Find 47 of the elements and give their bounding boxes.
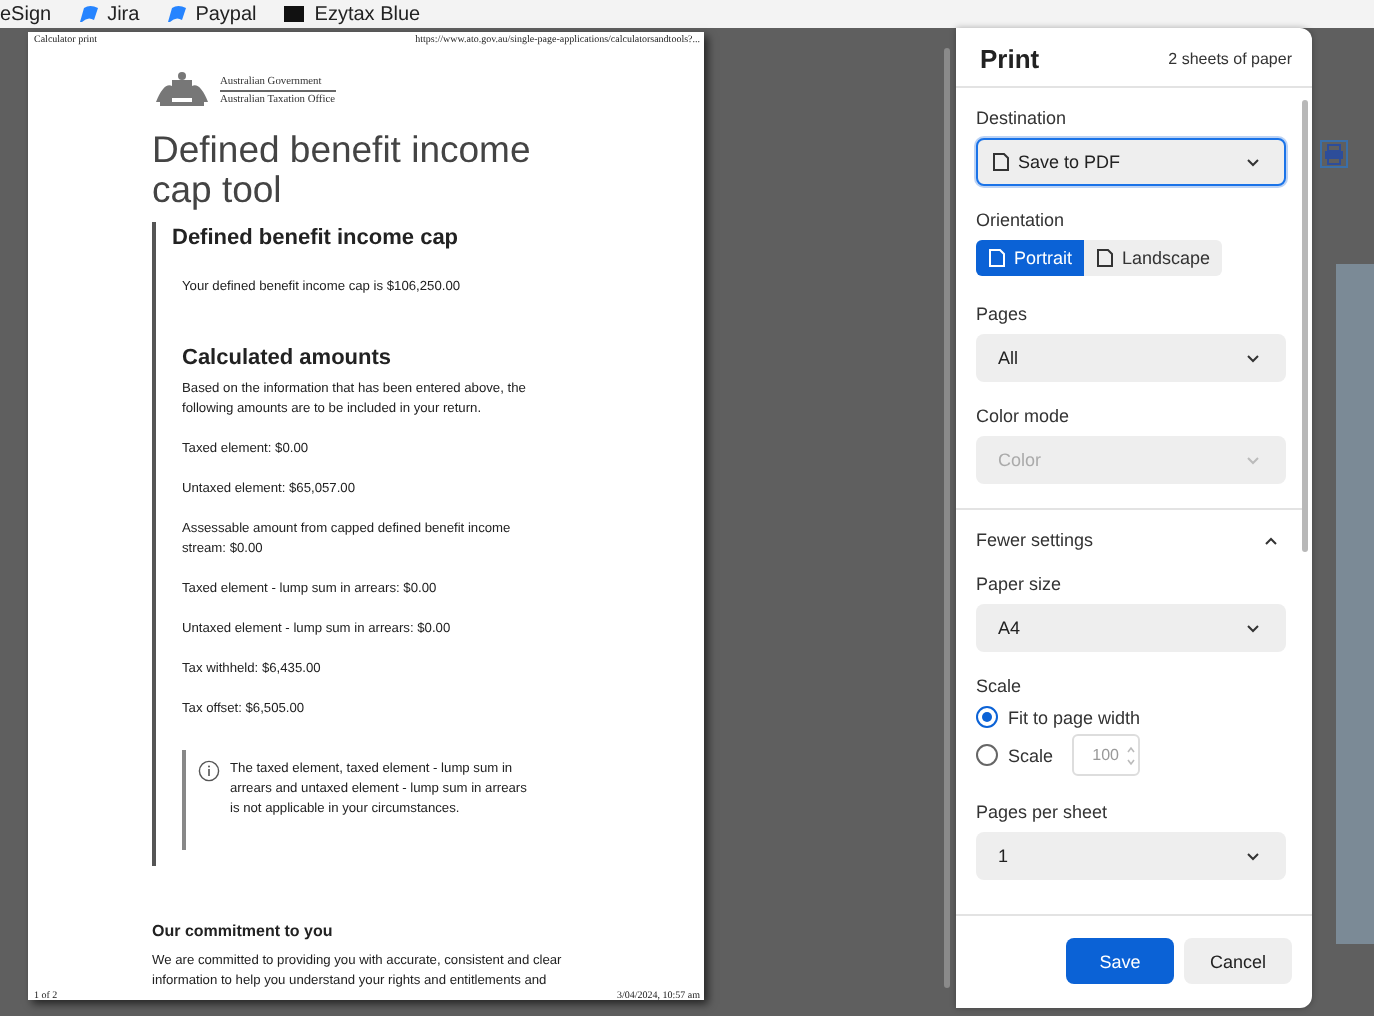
settings-toggle[interactable]: Fewer settings <box>976 530 1286 550</box>
field-label: Scale <box>976 676 1024 696</box>
radio-button[interactable] <box>976 744 998 766</box>
field-label: Destination <box>976 108 1069 128</box>
page-title: Defined benefit income cap tool <box>152 130 533 210</box>
save-button[interactable]: Save <box>1066 938 1174 984</box>
printer-icon <box>1320 140 1348 168</box>
dropdown[interactable]: Save to PDF <box>976 138 1286 186</box>
info-icon <box>198 760 220 782</box>
commitment-heading: Our commitment to you <box>152 922 335 940</box>
field-label: Orientation <box>976 210 1067 230</box>
document-icon <box>992 152 1010 172</box>
field-label: Pages per sheet <box>976 802 1110 822</box>
document-icon <box>1096 248 1115 268</box>
radio-label[interactable]: Scale <box>1008 745 1054 765</box>
dropdown[interactable]: 1 <box>976 832 1286 880</box>
chevron-down-icon <box>1246 353 1260 363</box>
calculated-heading: Calculated amounts <box>182 346 394 370</box>
bookmark-link[interactable]: Paypal <box>195 3 257 25</box>
document-icon <box>988 248 1006 268</box>
bookmark-link[interactable]: Ezytax Blue <box>314 3 421 25</box>
spinner-icon <box>1125 741 1136 769</box>
cancel-button[interactable]: Cancel <box>1184 938 1292 984</box>
field-label: Pages <box>976 304 1030 324</box>
dropdown[interactable]: A4 <box>976 604 1286 652</box>
scrollbar[interactable] <box>944 48 950 988</box>
chevron-down-icon <box>1246 851 1260 861</box>
dialog-title: Print <box>980 44 1040 74</box>
radio-button[interactable] <box>976 706 998 728</box>
orientation-toggle[interactable]: Landscape <box>1084 240 1223 276</box>
scrollbar[interactable] <box>1302 100 1308 552</box>
bookmark-link[interactable]: Jira <box>107 3 140 25</box>
chevron-up-icon <box>1264 535 1278 545</box>
dropdown[interactable]: All <box>976 334 1286 382</box>
field-label: Paper size <box>976 574 1064 594</box>
bookmark-favicon-icon <box>284 6 305 22</box>
sheet-count: 2 sheets of paper <box>1168 50 1292 68</box>
chevron-down-icon <box>1246 455 1260 465</box>
chevron-down-icon <box>1246 157 1260 167</box>
bookmark-flag-icon <box>79 6 98 22</box>
section-heading: Defined benefit income cap <box>172 226 461 250</box>
bookmark-flag-icon <box>167 6 186 22</box>
chevron-down-icon <box>1246 623 1260 633</box>
orientation-toggle[interactable]: Portrait <box>976 240 1085 276</box>
field-label: Color mode <box>976 406 1072 426</box>
bookmark-link[interactable]: eSign <box>0 3 52 25</box>
radio-label[interactable]: Fit to page width <box>1008 707 1141 727</box>
